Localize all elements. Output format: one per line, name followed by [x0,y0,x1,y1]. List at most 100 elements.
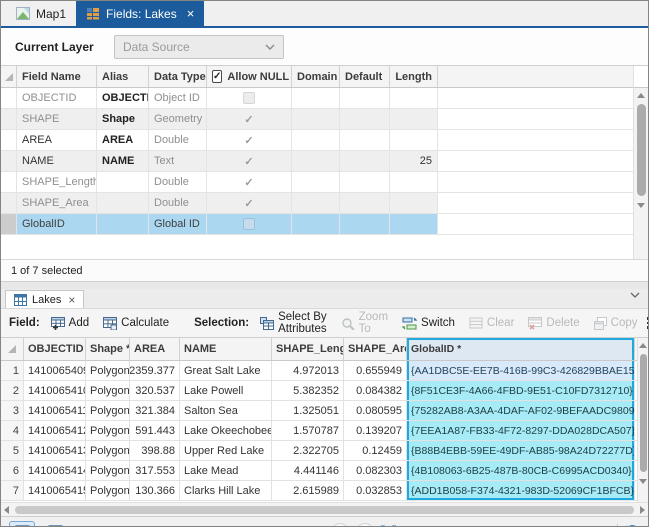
column-header-objectid[interactable]: OBJECTID * [24,338,86,360]
row-number-cell[interactable]: 4 [1,421,24,440]
default-cell[interactable] [340,172,390,192]
field-name-cell[interactable]: SHAPE [17,109,97,129]
cell-globalid[interactable]: {7EEA1A87-FB33-4F72-8297-DDA028DCA507} [407,421,635,440]
fields-grid-vertical-scrollbar[interactable] [633,66,648,259]
scrollbar-thumb[interactable] [640,354,647,472]
cell-shape-area[interactable]: 0.032853 [344,481,407,500]
allow-null-cell[interactable] [207,88,292,108]
cell-objectid[interactable]: 1410065412 [24,421,86,440]
length-cell[interactable] [390,193,438,213]
length-cell[interactable] [390,109,438,129]
time-filter-icon[interactable] [331,523,349,527]
scroll-down-icon[interactable] [638,474,648,488]
table-row[interactable]: 21410065410Polygon320.537Lake Powell5.38… [1,381,637,401]
domain-cell[interactable] [292,214,340,234]
column-header-alias[interactable]: Alias [97,66,149,87]
cell-area[interactable]: 398.88 [130,441,180,460]
select-by-attributes-button[interactable]: Select By Attributes [255,308,332,338]
cell-area[interactable]: 320.537 [130,381,180,400]
data-type-cell[interactable]: Double [149,130,207,150]
column-header-domain[interactable]: Domain [292,66,340,87]
field-name-cell[interactable]: AREA [17,130,97,150]
calculate-field-button[interactable]: Calculate [98,314,174,333]
table-vertical-scrollbar[interactable] [637,338,648,502]
table-view-button[interactable] [9,521,35,527]
column-header-data-type[interactable]: Data Type [149,66,207,87]
cell-shape-length[interactable]: 2.322705 [272,441,344,460]
cell-globalid[interactable]: {8F51CE3F-4A66-4FBD-9E51-C10FD7312710} [407,381,635,400]
domain-cell[interactable] [292,151,340,171]
grid-corner[interactable] [1,66,17,87]
allow-null-checkbox[interactable]: ✓ [212,70,222,83]
cell-shape-area[interactable]: 0.655949 [344,361,407,380]
data-type-cell[interactable]: Text [149,151,207,171]
cell-shape-length[interactable]: 1.570787 [272,421,344,440]
field-name-cell[interactable]: NAME [17,151,97,171]
row-number-cell[interactable]: 2 [1,381,24,400]
alias-cell[interactable] [97,172,149,192]
cell-objectid[interactable]: 1410065415 [24,481,86,500]
cell-globalid[interactable]: {AA1DBC5E-EE7B-416B-99C3-426829BBAE15} [407,361,635,380]
row-number-cell[interactable]: 7 [1,481,24,500]
field-name-cell[interactable]: GlobalID [17,214,97,234]
allow-null-cell[interactable]: ✓ [207,193,292,213]
table-horizontal-scrollbar[interactable] [1,502,648,516]
domain-cell[interactable] [292,172,340,192]
length-cell[interactable]: 25 [390,151,438,171]
row-number-cell[interactable]: 6 [1,461,24,480]
cell-name[interactable]: Salton Sea [180,401,272,420]
allow-null-cell[interactable]: ✓ [207,172,292,192]
column-header-length[interactable]: Length [390,66,438,87]
alias-cell[interactable] [97,193,149,213]
cell-area[interactable]: 591.443 [130,421,180,440]
default-cell[interactable] [340,151,390,171]
domain-cell[interactable] [292,193,340,213]
cell-shape-area[interactable]: 0.12459 [344,441,407,460]
cell-globalid[interactable]: {B88B4EBB-59EE-49DF-AB85-98A24D72277D} [407,441,635,460]
alias-cell[interactable]: AREA [97,130,149,150]
length-cell[interactable] [390,172,438,192]
alias-cell[interactable]: OBJECTID [97,88,149,108]
field-row-shape-area[interactable]: SHAPE_AreaDouble✓ [1,193,633,214]
column-header-globalid[interactable]: GlobalID * [407,338,635,360]
close-icon[interactable]: × [68,293,75,307]
data-type-cell[interactable]: Geometry [149,109,207,129]
default-cell[interactable] [340,88,390,108]
cell-name[interactable]: Clarks Hill Lake [180,481,272,500]
switch-selection-button[interactable]: Switch [397,314,460,333]
delete-selection-button[interactable]: Delete [523,314,584,333]
allow-null-cell[interactable] [207,214,292,234]
cell-objectid[interactable]: 1410065411 [24,401,86,420]
zoom-level-dropdown[interactable]: 100 % [555,524,610,527]
allow-null-cell[interactable]: ✓ [207,109,292,129]
row-number-cell[interactable]: 3 [1,401,24,420]
scroll-down-icon[interactable] [634,198,648,212]
add-field-button[interactable]: Add [46,314,94,333]
row-indicator[interactable] [1,172,17,192]
field-name-cell[interactable]: SHAPE_Length [17,172,97,192]
form-view-button[interactable] [42,521,68,527]
panel-divider[interactable] [1,281,648,289]
cell-name[interactable]: Upper Red Lake [180,441,272,460]
cell-shape-area[interactable]: 0.082303 [344,461,407,480]
cell-area[interactable]: 321.384 [130,401,180,420]
table-row[interactable]: 41410065412Polygon591.443Lake Okeechobee… [1,421,637,441]
data-type-cell[interactable]: Object ID [149,88,207,108]
panel-collapse-chevron-icon[interactable] [630,292,640,298]
allow-null-cell[interactable]: ✓ [207,151,292,171]
cell-name[interactable]: Lake Powell [180,381,272,400]
cell-name[interactable]: Lake Okeechobee [180,421,272,440]
cell-objectid[interactable]: 1410065410 [24,381,86,400]
column-header-name[interactable]: NAME [180,338,272,360]
cell-shape[interactable]: Polygon [86,381,130,400]
cell-shape[interactable]: Polygon [86,481,130,500]
tab-fields-lakes[interactable]: Fields: Lakes × [76,1,204,26]
length-cell[interactable] [390,130,438,150]
data-type-cell[interactable]: Global ID [149,214,207,234]
row-indicator[interactable] [1,214,17,234]
scroll-up-icon[interactable] [634,88,648,102]
column-header-shape-length[interactable]: SHAPE_Length [272,338,344,360]
tab-map1[interactable]: Map1 [6,1,76,26]
row-indicator[interactable] [1,151,17,171]
field-row-objectid[interactable]: OBJECTIDOBJECTIDObject ID [1,88,633,109]
